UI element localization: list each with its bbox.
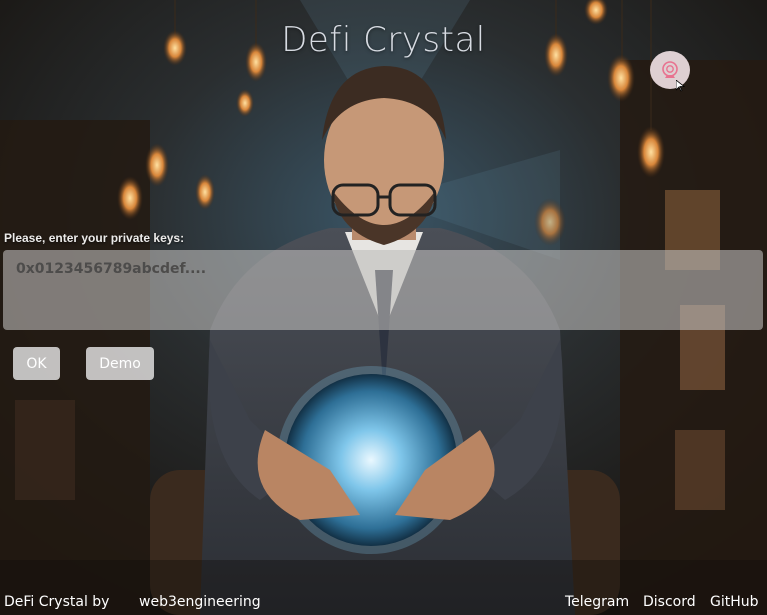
crystal-ball-icon <box>662 61 678 78</box>
footer-credit-text: DeFi Crystal by <box>4 594 110 610</box>
author-link[interactable]: web3engineering <box>139 594 261 610</box>
ok-button[interactable]: OK <box>13 347 60 380</box>
private-keys-label: Please, enter your private keys: <box>4 231 185 245</box>
telegram-link[interactable]: Telegram <box>565 594 629 610</box>
footer: DeFi Crystal by web3engineering Telegram… <box>0 594 767 615</box>
private-keys-input[interactable] <box>3 250 763 330</box>
mouse-pointer-icon <box>676 80 685 92</box>
discord-link[interactable]: Discord <box>643 594 696 610</box>
github-link[interactable]: GitHub <box>710 594 759 610</box>
demo-button[interactable]: Demo <box>86 347 154 380</box>
page-title: Defi Crystal <box>281 20 486 60</box>
